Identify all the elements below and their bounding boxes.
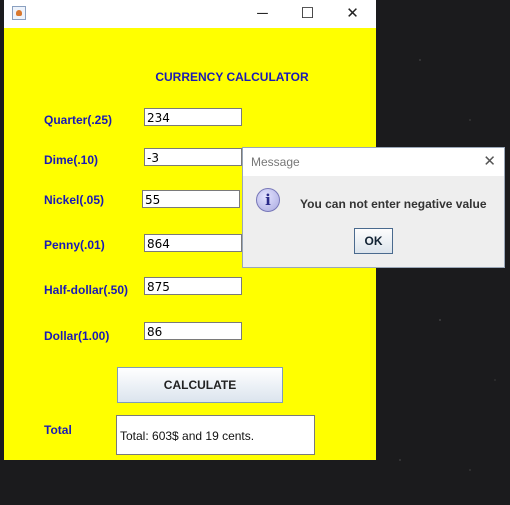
quarter-label: Quarter(.25): [44, 113, 113, 127]
ok-button[interactable]: OK: [354, 228, 393, 254]
minimize-button[interactable]: ─: [240, 0, 285, 28]
java-app-icon: [12, 6, 26, 20]
penny-input[interactable]: 864: [144, 234, 242, 252]
close-button[interactable]: ✕: [330, 0, 375, 28]
maximize-button[interactable]: ☐: [285, 0, 330, 28]
calculator-heading: CURRENCY CALCULATOR: [155, 70, 309, 84]
dime-label: Dime(.10): [44, 153, 99, 167]
quarter-input[interactable]: 234: [144, 108, 242, 126]
info-icon: i: [256, 188, 280, 212]
message-dialog: Message ✕ i You can not enter negative v…: [242, 147, 505, 268]
half-dollar-label: Half-dollar(.50): [44, 283, 129, 297]
dialog-close-button[interactable]: ✕: [483, 152, 496, 170]
dialog-title: Message: [251, 155, 300, 169]
penny-label: Penny(.01): [44, 238, 105, 252]
title-bar: ─ ☐ ✕: [4, 0, 376, 28]
dollar-label: Dollar(1.00): [44, 329, 110, 343]
dialog-title-bar: Message ✕: [243, 148, 504, 176]
dime-input[interactable]: -3: [144, 148, 242, 166]
dialog-message: You can not enter negative value: [300, 197, 487, 211]
half-dollar-input[interactable]: 875: [144, 277, 242, 295]
dollar-input[interactable]: 86: [144, 322, 242, 340]
nickel-input[interactable]: 55: [142, 190, 240, 208]
calculate-button[interactable]: CALCULATE: [117, 367, 283, 403]
total-output: Total: 603$ and 19 cents.: [116, 415, 315, 455]
nickel-label: Nickel(.05): [44, 193, 105, 207]
total-label: Total: [44, 423, 72, 437]
